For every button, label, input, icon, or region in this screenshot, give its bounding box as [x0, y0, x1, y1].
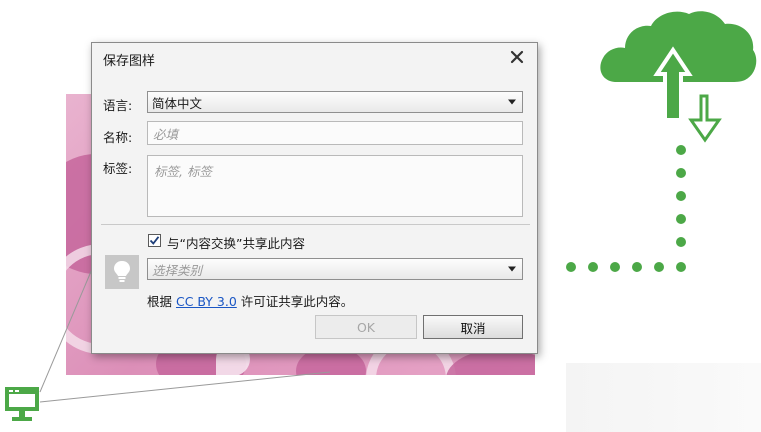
close-icon[interactable]: [506, 46, 528, 68]
dot: [654, 262, 664, 272]
checkmark-icon: [149, 236, 160, 245]
share-checkbox[interactable]: [148, 234, 161, 247]
name-input[interactable]: 必填: [147, 121, 523, 145]
dialog-title: 保存图样: [103, 54, 156, 69]
chevron-down-icon: [508, 266, 516, 272]
dot: [676, 168, 686, 178]
share-label[interactable]: 与“内容交换”共享此内容: [167, 233, 305, 252]
cloud-upload-download-icon: [595, 0, 761, 150]
tags-label: 标签:: [103, 161, 133, 176]
dot: [676, 214, 686, 224]
category-select[interactable]: 选择类别: [147, 258, 523, 280]
tags-placeholder: 标签, 标签: [154, 164, 212, 179]
dot: [676, 262, 686, 272]
license-suffix: 许可证共享此内容。: [236, 294, 354, 309]
category-placeholder: 选择类别: [152, 262, 203, 278]
license-text: 根据 CC BY 3.0 许可证共享此内容。: [147, 291, 353, 310]
name-label: 名称:: [103, 130, 133, 145]
separator: [101, 224, 530, 225]
language-label: 语言:: [103, 98, 133, 113]
dot: [610, 262, 620, 272]
dot: [676, 191, 686, 201]
dot: [676, 145, 686, 155]
dot: [676, 237, 686, 247]
tags-textarea[interactable]: 标签, 标签: [147, 155, 523, 217]
license-link[interactable]: CC BY 3.0: [176, 294, 237, 309]
monitor-icon: [3, 384, 41, 424]
language-select[interactable]: 简体中文: [147, 91, 523, 113]
lightbulb-icon: [105, 255, 139, 289]
dot: [632, 262, 642, 272]
ok-button[interactable]: OK: [315, 315, 417, 339]
license-prefix: 根据: [147, 294, 176, 309]
dot: [566, 262, 576, 272]
dot: [588, 262, 598, 272]
chevron-down-icon: [508, 99, 516, 105]
cancel-button[interactable]: 取消: [423, 315, 523, 339]
bottom-fade: [566, 363, 761, 432]
language-value: 简体中文: [152, 95, 203, 111]
name-placeholder: 必填: [153, 126, 179, 142]
